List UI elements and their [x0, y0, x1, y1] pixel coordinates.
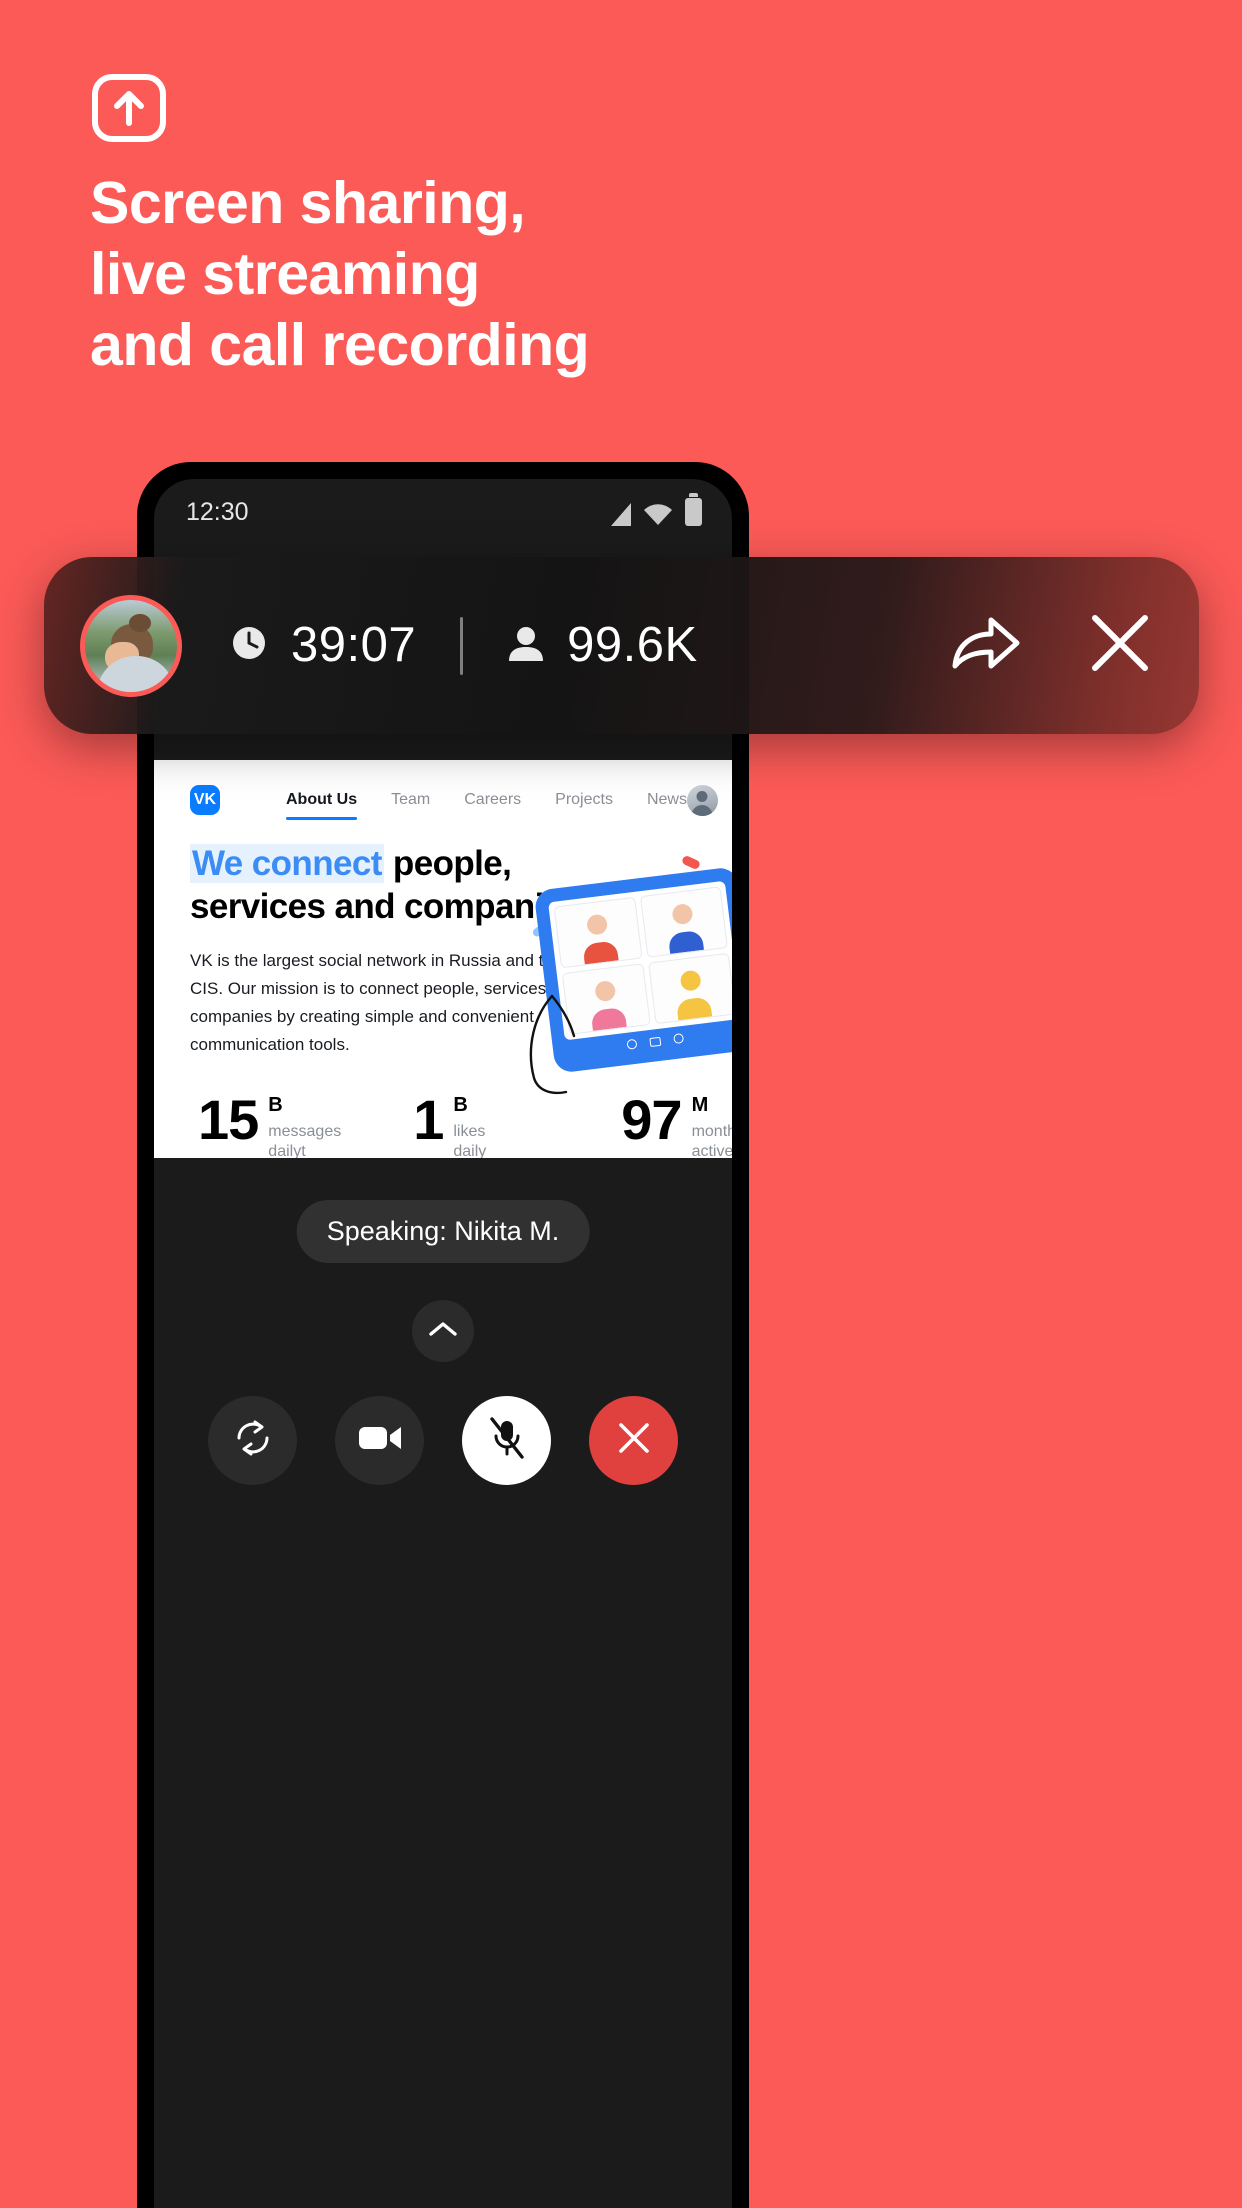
shared-screen-nav-links: About Us Team Careers Projects News [286, 791, 687, 820]
close-broadcast-button[interactable] [1087, 610, 1153, 681]
stat-label: messages dailyt [268, 1123, 342, 1158]
call-buttons-row [154, 1396, 732, 1485]
speaking-badge: Speaking: Nikita M. [296, 1200, 590, 1263]
face-tile [553, 896, 643, 969]
nav-item-projects[interactable]: Projects [555, 791, 613, 809]
expand-controls-button[interactable] [412, 1300, 474, 1362]
stat-unit: B [268, 1094, 283, 1116]
battery-icon [685, 493, 702, 526]
nav-item-careers[interactable]: Careers [464, 791, 521, 809]
stat-label: likes daily [453, 1123, 487, 1158]
nav-item-team[interactable]: Team [391, 791, 430, 809]
broadcast-overlay-bar[interactable]: 39:07 99.6K [44, 557, 1199, 734]
screen-share-up-arrow-icon [92, 74, 166, 142]
broadcast-viewers: 99.6K [505, 621, 698, 670]
face-tile [647, 952, 732, 1025]
stat-value: 15 [198, 1088, 259, 1151]
stat-unit: M [691, 1094, 709, 1116]
stat-item: 15 B messages dailyt [198, 1088, 342, 1159]
user-avatar[interactable] [686, 784, 718, 816]
shared-screen-navbar: VK About Us Team Careers Projects News [154, 760, 732, 824]
shared-screen-hero: We connect people, services and companie… [154, 824, 732, 1158]
stat-value: 97 [621, 1088, 682, 1151]
wifi-icon [643, 503, 673, 526]
person-icon [505, 621, 547, 670]
overlay-divider [460, 616, 464, 675]
stats-row: 15 B messages dailyt 1 B likes daily 97 … [190, 1088, 732, 1159]
stat-item: 97 M monthly active users [621, 1088, 732, 1159]
face-tile [639, 886, 728, 958]
stat-item: 1 B likes daily [413, 1088, 487, 1159]
stat-label: monthly active users [691, 1123, 732, 1158]
nav-item-about-us[interactable]: About Us [286, 791, 358, 820]
broadcast-viewers-value: 99.6K [567, 618, 698, 672]
shared-screen-content: VK About Us Team Careers Projects News W… [154, 760, 732, 1158]
status-bar-icons [611, 493, 702, 526]
tablet-video-icon [648, 1036, 661, 1047]
mute-button[interactable] [462, 1396, 551, 1485]
headline-line-3: and call recording [90, 312, 590, 378]
microphone-muted-icon [487, 1416, 527, 1465]
status-bar: 12:30 [154, 479, 732, 545]
broadcast-timer: 39:07 [227, 621, 416, 670]
share-arrow-icon [947, 612, 1025, 679]
close-x-icon [1087, 610, 1153, 681]
tablet-mic-icon [672, 1033, 684, 1045]
call-controls-area: Speaking: Nikita M. [154, 1158, 732, 1663]
headline-line-2: live streaming [90, 241, 480, 307]
switch-camera-button[interactable] [208, 1396, 297, 1485]
phone-screen: 12:30 VK About Us Team Careers Projects … [154, 479, 732, 2208]
chevron-up-icon [428, 1320, 458, 1343]
spark-red-icon [680, 854, 702, 871]
stat-value: 1 [413, 1088, 444, 1151]
camera-flip-icon [231, 1416, 275, 1465]
video-camera-icon [357, 1422, 403, 1459]
page-title-rest: people, [383, 844, 512, 883]
headline-line-1: Screen sharing, [90, 170, 526, 236]
close-x-icon [616, 1420, 652, 1461]
page-title-highlight: We connect [190, 844, 384, 883]
share-button[interactable] [947, 612, 1025, 679]
status-bar-time: 12:30 [186, 497, 249, 526]
promo-headline: Screen sharing, live streaming and call … [90, 168, 1150, 381]
clock-icon [227, 621, 271, 670]
vk-logo[interactable]: VK [190, 785, 220, 815]
stat-unit: B [453, 1094, 468, 1116]
hand-illustration [529, 994, 576, 1095]
nav-item-news[interactable]: News [647, 791, 687, 809]
video-toggle-button[interactable] [335, 1396, 424, 1485]
tablet-refresh-icon [625, 1038, 638, 1050]
signal-icon [611, 503, 631, 526]
page-title-line2: services and companies [190, 887, 582, 926]
end-call-button[interactable] [589, 1396, 678, 1485]
hero-illustration [526, 854, 732, 1095]
broadcast-timer-value: 39:07 [291, 618, 417, 672]
broadcaster-avatar[interactable] [80, 594, 182, 697]
